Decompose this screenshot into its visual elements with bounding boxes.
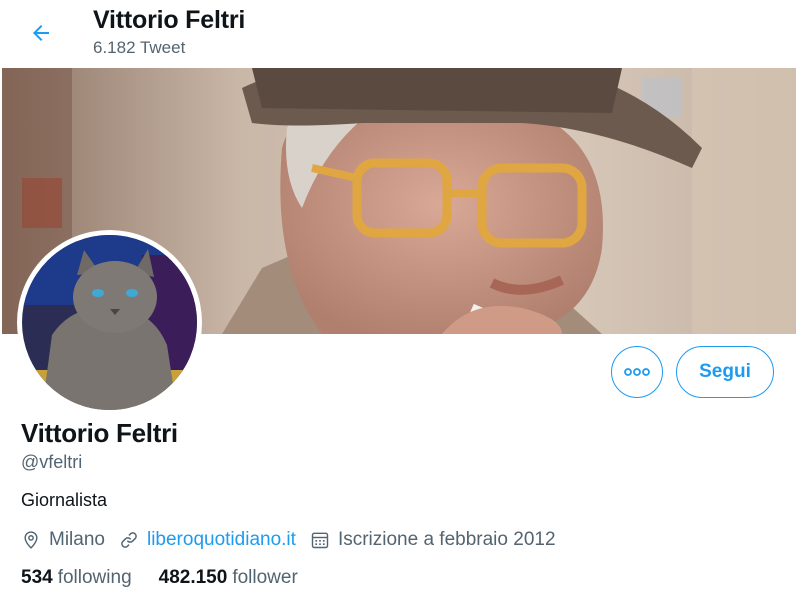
followers-label: follower bbox=[232, 567, 298, 588]
link-icon bbox=[119, 530, 139, 550]
profile-meta: Milano liberoquotidiano.it Iscrizione a … bbox=[21, 527, 570, 553]
website-link[interactable]: liberoquotidiano.it bbox=[147, 529, 296, 551]
calendar-icon bbox=[310, 530, 330, 550]
website-item: liberoquotidiano.it bbox=[119, 529, 296, 551]
profile-handle: @vfeltri bbox=[21, 452, 83, 472]
location-text: Milano bbox=[49, 529, 105, 550]
more-options-button[interactable] bbox=[611, 346, 663, 398]
profile-name: Vittorio Feltri bbox=[21, 418, 178, 448]
arrow-left-icon bbox=[33, 25, 49, 41]
joined-item: Iscrizione a febbraio 2012 bbox=[310, 529, 556, 551]
tweet-count: 6.182 Tweet bbox=[93, 38, 186, 57]
followers-count: 482.150 bbox=[158, 567, 228, 588]
profile-header: Vittorio Feltri 6.182 Tweet bbox=[0, 0, 800, 68]
follow-button[interactable]: Segui bbox=[676, 346, 774, 398]
header-title: Vittorio Feltri bbox=[93, 6, 246, 34]
more-icon bbox=[624, 368, 650, 376]
location-item: Milano bbox=[21, 529, 105, 551]
joined-text: Iscrizione a febbraio 2012 bbox=[337, 529, 556, 550]
back-button[interactable] bbox=[22, 14, 60, 52]
location-pin-icon bbox=[21, 530, 41, 550]
following-count: 534 bbox=[21, 567, 53, 588]
profile-stats: 534 following 482.150 follower bbox=[21, 567, 325, 589]
avatar-cat-image bbox=[22, 235, 197, 410]
following-stat[interactable]: 534 following bbox=[21, 567, 132, 589]
profile-bio: Giornalista bbox=[21, 490, 108, 510]
following-label: following bbox=[57, 567, 132, 588]
profile-avatar[interactable] bbox=[17, 230, 202, 415]
followers-stat[interactable]: 482.150 follower bbox=[159, 567, 298, 589]
